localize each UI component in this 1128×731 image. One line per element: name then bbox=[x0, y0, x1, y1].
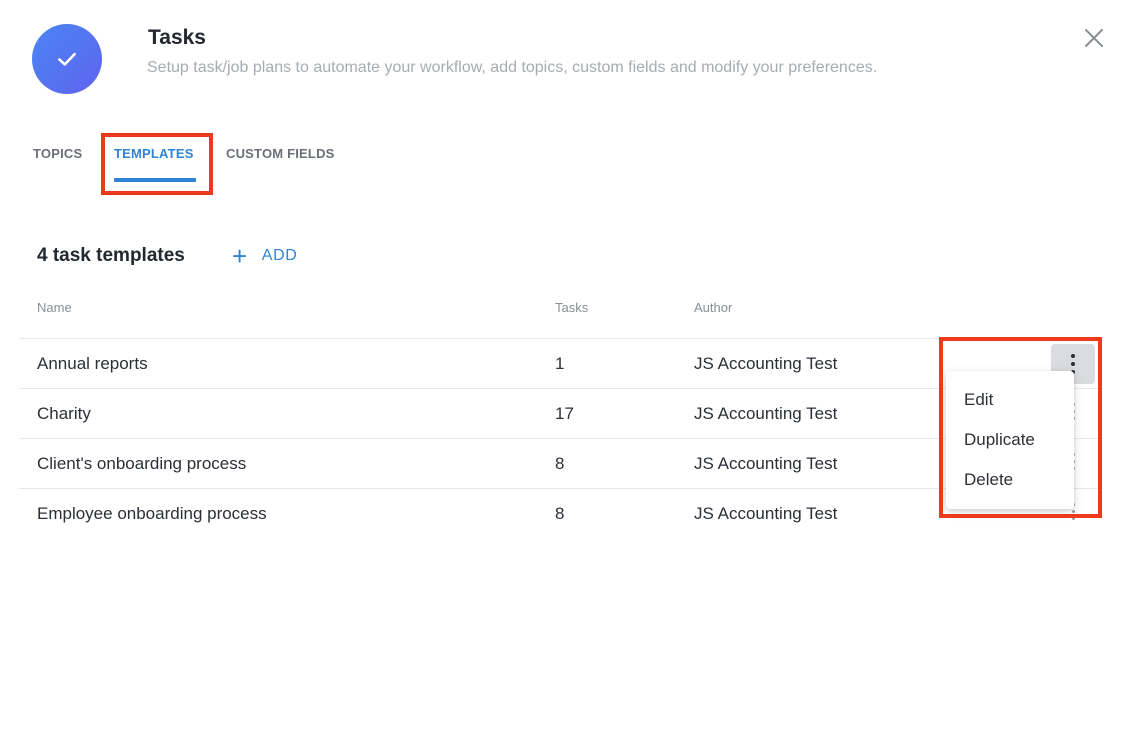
template-author: JS Accounting Test bbox=[694, 354, 838, 373]
tasks-settings-page: Tasks Setup task/job plans to automate y… bbox=[0, 0, 1128, 731]
tab-custom-fields[interactable]: CUSTOM FIELDS bbox=[226, 146, 335, 161]
column-header-tasks: Tasks bbox=[555, 300, 589, 315]
template-author: JS Accounting Test bbox=[694, 454, 838, 473]
close-button[interactable] bbox=[1080, 24, 1108, 52]
tab-topics[interactable]: TOPICS bbox=[33, 146, 82, 161]
template-author: JS Accounting Test bbox=[694, 404, 838, 423]
templates-tab-highlight bbox=[101, 133, 213, 195]
template-name: Charity bbox=[37, 404, 91, 423]
template-task-count: 8 bbox=[555, 454, 565, 473]
template-task-count: 17 bbox=[555, 404, 574, 423]
template-name: Employee onboarding process bbox=[37, 504, 267, 523]
template-name: Client's onboarding process bbox=[37, 454, 247, 473]
page-title: Tasks bbox=[148, 26, 206, 49]
column-header-name: Name bbox=[37, 300, 72, 315]
template-task-count: 1 bbox=[555, 354, 565, 373]
column-header-author: Author bbox=[694, 300, 733, 315]
tasks-avatar bbox=[32, 24, 102, 94]
actions-menu-highlight bbox=[939, 337, 1102, 518]
close-icon bbox=[1085, 29, 1103, 47]
add-template-button[interactable]: + ADD bbox=[232, 241, 298, 271]
plus-icon: + bbox=[232, 241, 248, 271]
add-label: ADD bbox=[261, 247, 298, 264]
template-name: Annual reports bbox=[37, 354, 148, 373]
template-count: 4 task templates bbox=[37, 245, 185, 266]
template-task-count: 8 bbox=[555, 504, 565, 523]
check-icon bbox=[58, 52, 76, 66]
template-author: JS Accounting Test bbox=[694, 504, 838, 523]
page-subtitle: Setup task/job plans to automate your wo… bbox=[147, 59, 878, 76]
